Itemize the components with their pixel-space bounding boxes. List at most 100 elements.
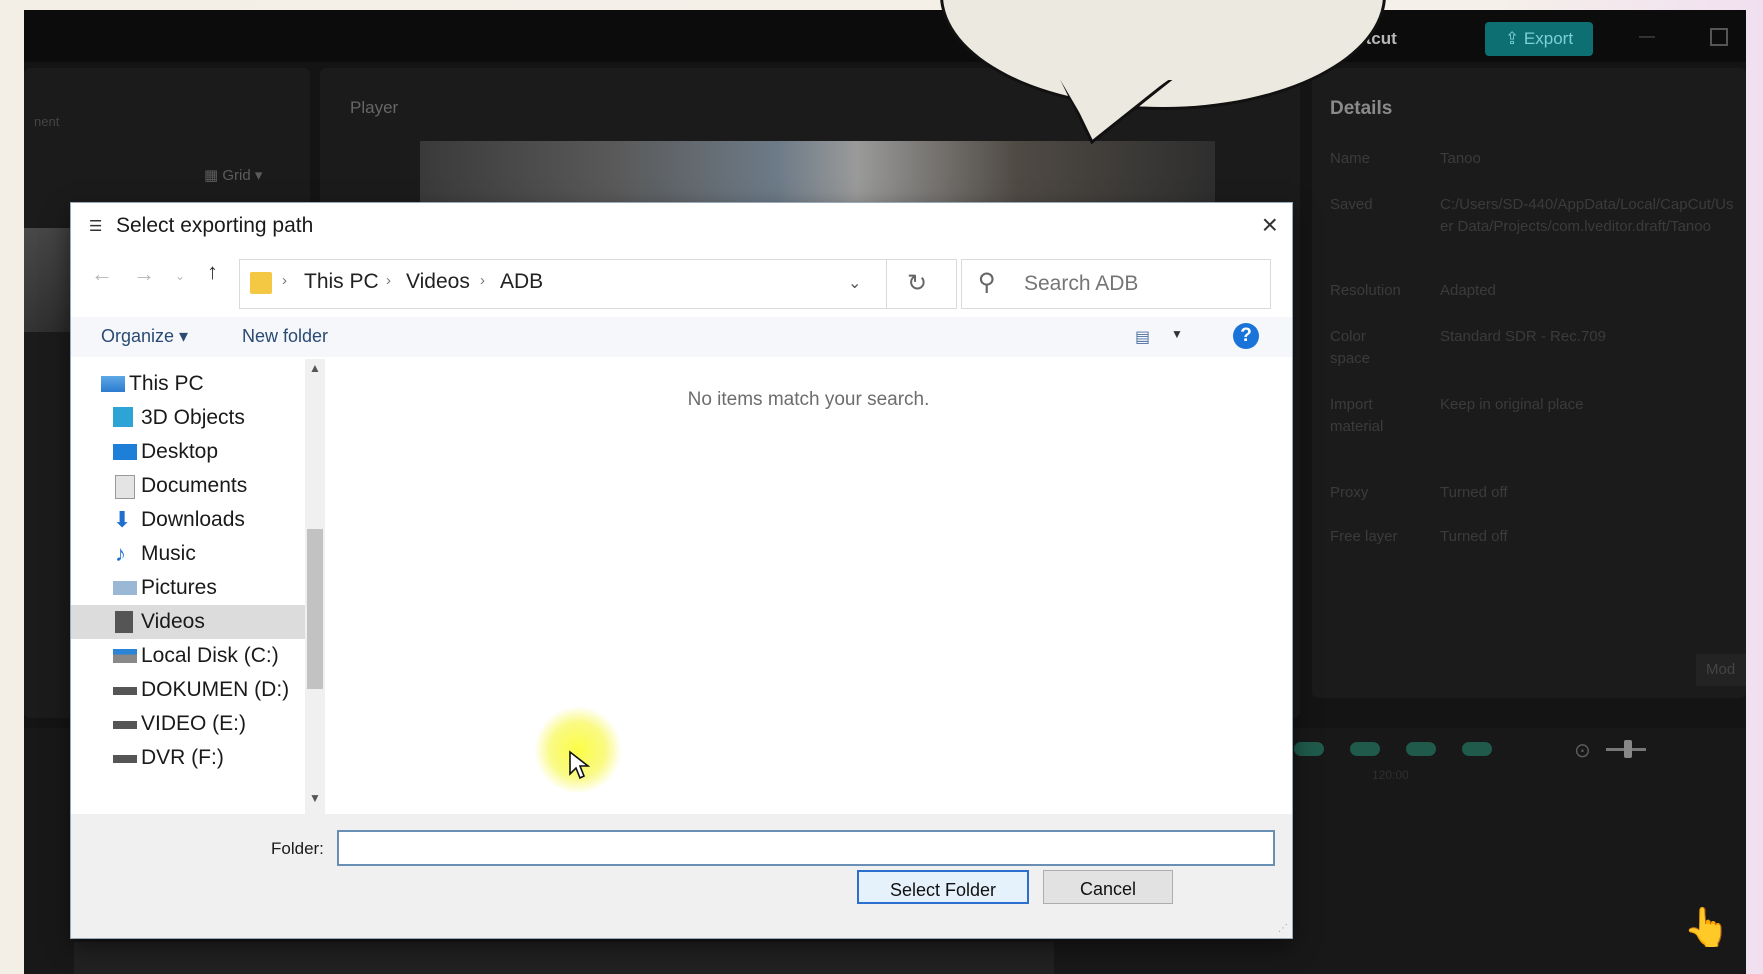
new-folder-button[interactable]: New folder — [242, 326, 328, 347]
organize-label: Organize — [101, 326, 175, 346]
zoom-icon[interactable]: ⊙ — [1574, 738, 1591, 763]
nav-item-videos[interactable]: Videos — [71, 605, 305, 639]
nav-item-music[interactable]: ♪ Music — [71, 537, 305, 571]
media-tab[interactable]: nent — [34, 114, 59, 129]
help-icon[interactable]: ? — [1233, 323, 1259, 349]
snap-icon[interactable] — [1350, 742, 1380, 756]
nav-item-pictures[interactable]: Pictures — [71, 571, 305, 605]
details-label-colorspace: Color space — [1330, 328, 1371, 367]
details-label-import: Import material — [1330, 396, 1384, 435]
zoom-slider-handle[interactable] — [1624, 740, 1632, 758]
details-label-resolution: Resolution — [1330, 282, 1401, 299]
nav-item-this-pc[interactable]: This PC — [71, 367, 305, 401]
chevron-up-icon[interactable]: ▲ — [309, 361, 321, 375]
details-value-import: Keep in original place — [1440, 396, 1584, 413]
view-options-icon[interactable]: ▤ — [1135, 327, 1150, 347]
download-icon: ⬇ — [113, 507, 132, 532]
search-input[interactable] — [1022, 268, 1256, 300]
navigation-scrollbar[interactable]: ▲ ▼ — [305, 359, 325, 814]
recent-locations-icon[interactable]: ⌄ — [175, 269, 185, 283]
chevron-down-icon[interactable]: ⌄ — [848, 273, 861, 293]
forward-arrow-icon[interactable]: → — [133, 261, 155, 287]
details-value-saved: C:/Users/SD-440/AppData/Local/CapCut/Use… — [1440, 196, 1734, 235]
drive-icon — [113, 721, 137, 729]
minimize-icon[interactable]: — — [1639, 28, 1655, 46]
details-value-proxy: Turned off — [1440, 484, 1508, 501]
close-icon[interactable]: × — [1262, 209, 1278, 241]
media-thumbnail[interactable] — [24, 228, 70, 332]
details-label-proxy: Proxy — [1330, 484, 1369, 501]
folder-icon — [250, 272, 272, 294]
nav-item-3d-objects[interactable]: 3D Objects — [71, 401, 305, 435]
file-list-area[interactable]: No items match your search. — [325, 359, 1292, 814]
nav-item-local-disk-c[interactable]: Local Disk (C:) — [71, 639, 305, 673]
breadcrumb-adb[interactable]: ADB — [500, 270, 543, 294]
nav-item-dvr-f[interactable]: DVR (F:) — [71, 741, 305, 775]
dialog-title: Select exporting path — [116, 214, 314, 237]
chevron-down-icon[interactable]: ▼ — [309, 791, 321, 805]
view-dropdown-icon[interactable]: ▼ — [1171, 327, 1183, 341]
nav-item-label: Music — [141, 542, 196, 565]
details-label-freelayer: Free layer — [1330, 528, 1398, 545]
cube-icon — [113, 407, 133, 427]
nav-item-video-e[interactable]: VIDEO (E:) — [71, 707, 305, 741]
breadcrumb-separator-icon[interactable]: › — [282, 272, 287, 289]
hand-cursor-icon: 👆 — [1683, 907, 1731, 949]
dialog-footer: Folder: Select Folder Cancel ⋰ — [71, 814, 1292, 938]
picture-icon — [113, 581, 137, 595]
navigation-pane: This PC 3D Objects Desktop Documents ⬇ D… — [71, 359, 305, 814]
nav-item-label: VIDEO (E:) — [141, 712, 247, 735]
refresh-button[interactable]: ↻ — [886, 260, 957, 308]
nav-item-label: Desktop — [141, 440, 219, 463]
app-icon: ☰ — [89, 218, 103, 235]
dialog-toolbar: Organize ▾ New folder ▤ ▼ ? — [71, 317, 1292, 357]
nav-item-label: DVR (F:) — [141, 746, 224, 769]
nav-item-downloads[interactable]: ⬇ Downloads — [71, 503, 305, 537]
details-title: Details — [1330, 98, 1393, 119]
details-value-name: Tanoo — [1440, 150, 1481, 167]
resize-grip-icon[interactable]: ⋰ — [1278, 923, 1288, 934]
export-button[interactable]: ⇪ Export — [1485, 22, 1593, 56]
nav-item-documents[interactable]: Documents — [71, 469, 305, 503]
modify-button[interactable]: Mod — [1696, 654, 1746, 686]
empty-message: No items match your search. — [687, 389, 930, 410]
cancel-button[interactable]: Cancel — [1043, 870, 1173, 904]
preview-axis-icon[interactable] — [1406, 742, 1436, 756]
speech-bubble-tail — [1060, 80, 1173, 145]
folder-label: Folder: — [271, 839, 324, 858]
split-icon[interactable] — [1462, 742, 1492, 756]
mouse-pointer-icon — [569, 750, 590, 780]
export-label: Export — [1523, 29, 1574, 48]
dialog-titlebar: ☰ Select exporting path × — [71, 203, 1292, 249]
document-icon — [115, 475, 135, 499]
search-icon: ⚲ — [978, 269, 996, 296]
up-arrow-icon[interactable]: ↑ — [207, 259, 218, 285]
details-panel: Details Name Tanoo Saved C:/Users/SD-440… — [1312, 68, 1746, 698]
breadcrumb-separator-icon[interactable]: › — [386, 272, 391, 289]
nav-item-label: Documents — [141, 474, 248, 497]
select-folder-button[interactable]: Select Folder — [857, 870, 1029, 904]
link-icon[interactable] — [1294, 742, 1324, 756]
timeline-controls — [1294, 742, 1492, 756]
back-arrow-icon[interactable]: ← — [91, 261, 113, 287]
music-icon: ♪ — [115, 541, 126, 566]
breadcrumb-separator-icon[interactable]: › — [480, 272, 485, 289]
timeline-track — [74, 942, 1054, 974]
nav-item-label: Pictures — [141, 576, 217, 599]
nav-item-label: DOKUMEN (D:) — [141, 678, 290, 701]
grid-view-toggle[interactable]: ▦ Grid ▾ — [204, 166, 262, 184]
search-box[interactable]: ⚲ — [961, 259, 1271, 309]
address-bar[interactable]: › This PC › Videos › ADB ⌄ ↻ — [239, 259, 957, 309]
scrollbar-thumb[interactable] — [307, 529, 323, 689]
nav-item-desktop[interactable]: Desktop — [71, 435, 305, 469]
player-label: Player — [350, 98, 399, 117]
breadcrumb-videos[interactable]: Videos — [406, 270, 470, 294]
organize-menu[interactable]: Organize ▾ — [101, 326, 188, 347]
monitor-icon — [101, 376, 125, 392]
breadcrumb-this-pc[interactable]: This PC — [304, 270, 379, 294]
details-value-resolution: Adapted — [1440, 282, 1496, 299]
folder-input[interactable] — [337, 830, 1275, 866]
maximize-icon[interactable] — [1710, 28, 1728, 46]
nav-item-dokumen-d[interactable]: DOKUMEN (D:) — [71, 673, 305, 707]
app-titlebar: rtcut ⇪ Export — — [24, 10, 1746, 62]
